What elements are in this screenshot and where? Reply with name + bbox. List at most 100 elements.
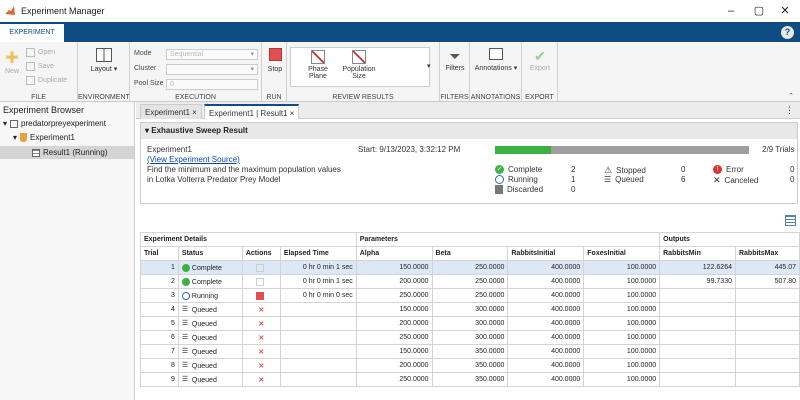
table-row[interactable]: 5 ☰ Queued ✕ 200.0000 300.0000 400.0000 100.000…	[140, 316, 800, 331]
collapse-ribbon-icon[interactable]: ⌃	[788, 92, 794, 100]
gallery-expand-icon[interactable]: ▾	[427, 62, 431, 70]
table-row[interactable]: 2 Complete 0 hr 0 min 1 sec 200.0000 250.000…	[140, 274, 800, 289]
queued-icon: ☰	[181, 361, 189, 369]
execution-group: Mode Sequential ▾ Cluster ▾ Pool Size 0 E…	[130, 42, 262, 102]
actions-cell[interactable]: ✕	[241, 302, 281, 317]
rabbits-initial-cell: 400.0000	[507, 302, 585, 317]
column-header[interactable]: Alpha	[355, 246, 433, 261]
tab-experiment-manager[interactable]: EXPERIMENT MANAGER	[0, 24, 64, 54]
sweep-summary-panel: ▾ Exhaustive Sweep Result Experiment1 (V…	[140, 122, 798, 204]
actions-cell[interactable]: ✕	[241, 316, 281, 331]
rabbits-min-cell	[659, 302, 736, 317]
table-row[interactable]: 3 Running 0 hr 0 min 0 sec 250.0000 250.0000…	[140, 288, 800, 303]
group-outputs: Outputs	[659, 232, 800, 247]
actions-cell[interactable]	[241, 288, 281, 303]
column-header[interactable]: Status	[177, 246, 243, 261]
mode-dropdown[interactable]: Sequential ▾	[166, 49, 258, 60]
foxes-initial-cell: 100.0000	[583, 260, 661, 275]
canceled-icon: ✕	[713, 175, 721, 185]
minimize-icon[interactable]: –	[724, 4, 738, 18]
environment-group: Layout ▾ ENVIRONMENT	[78, 42, 130, 102]
cancel-trial-icon[interactable]: ✕	[246, 320, 277, 328]
table-view-icon[interactable]	[785, 215, 796, 226]
pool-size-field[interactable]: 0	[166, 79, 258, 90]
table-row[interactable]: 7 ☰ Queued ✕ 150.0000 350.0000 400.0000 100.000…	[140, 344, 800, 359]
actions-cell[interactable]: ✕	[241, 330, 281, 345]
result-table-icon	[32, 148, 40, 157]
trial-cell: 1	[140, 260, 179, 275]
cluster-dropdown[interactable]: ▾	[166, 64, 258, 75]
table-row[interactable]: 4 ☰ Queued ✕ 150.0000 300.0000 400.0000 100.000…	[140, 302, 800, 317]
phase-plane-button[interactable]: Phase Plane	[303, 50, 333, 80]
actions-cell[interactable]	[241, 274, 281, 289]
annotations-group: Annotations ▾ ANNOTATIONS	[470, 42, 522, 102]
cancel-trial-icon[interactable]: ✕	[246, 348, 277, 356]
save-button[interactable]: Save	[26, 62, 54, 71]
foxes-initial-cell: 100.0000	[583, 372, 661, 387]
actions-cell[interactable]: ✕	[241, 344, 281, 359]
tree-item-result[interactable]: Result1 (Running)	[0, 146, 134, 159]
new-button[interactable]: ✚ New	[3, 48, 21, 75]
tree-item-experiment[interactable]: ▾ Experiment1	[13, 133, 75, 142]
maximize-icon[interactable]: ▢	[752, 4, 766, 18]
table-row[interactable]: 6 ☰ Queued ✕ 250.0000 300.0000 400.0000 100.000…	[140, 330, 800, 345]
layout-button[interactable]: Layout ▾	[88, 48, 120, 73]
action-icon[interactable]	[246, 263, 277, 272]
cancel-trial-icon[interactable]: ✕	[246, 362, 277, 370]
column-header[interactable]: Trial	[140, 246, 179, 261]
action-icon[interactable]	[246, 277, 277, 286]
alpha-cell: 200.0000	[355, 358, 433, 373]
status-cell: Complete	[177, 260, 243, 275]
experiment-name: Experiment1	[147, 145, 192, 154]
column-header[interactable]: RabbitsInitial	[507, 246, 585, 261]
help-icon[interactable]: ?	[781, 26, 794, 39]
rabbits-max-cell	[734, 344, 800, 359]
column-header[interactable]: Actions	[241, 246, 281, 261]
actions-cell[interactable]: ✕	[241, 372, 281, 387]
close-tab-icon[interactable]: ×	[290, 109, 295, 118]
cancel-trial-icon[interactable]: ✕	[246, 334, 277, 342]
close-tab-icon[interactable]: ×	[192, 108, 197, 117]
alpha-cell: 150.0000	[355, 344, 433, 359]
view-source-link[interactable]: (View Experiment Source)	[147, 155, 240, 164]
table-row[interactable]: 1 Complete 0 hr 0 min 1 sec 150.0000 250.000…	[140, 260, 800, 275]
new-icon: ✚	[5, 50, 19, 67]
elapsed-cell	[279, 302, 357, 317]
tab-menu-icon[interactable]: ⋮	[785, 105, 794, 116]
column-header[interactable]: RabbitsMin	[659, 246, 736, 261]
queued-count: 6	[681, 175, 686, 184]
actions-cell[interactable]: ✕	[241, 358, 281, 373]
tab-result1[interactable]: Experiment1 | Result1 ×	[204, 104, 300, 119]
annotations-button[interactable]: Annotations ▾	[474, 48, 518, 72]
duplicate-button[interactable]: Duplicate	[26, 76, 67, 85]
collapse-arrow-icon[interactable]: ▾	[3, 119, 7, 128]
rabbits-max-cell: 507.80	[734, 274, 800, 289]
column-header[interactable]: Elapsed Time	[279, 246, 357, 261]
export-button[interactable]: ✔ Export	[526, 48, 554, 72]
population-size-icon	[352, 50, 366, 64]
stop-trial-icon[interactable]	[246, 291, 277, 300]
rabbits-min-cell: 99.7330	[659, 274, 736, 289]
column-header[interactable]: FoxesInitial	[583, 246, 661, 261]
column-header[interactable]: Beta	[431, 246, 509, 261]
actions-cell[interactable]	[241, 260, 281, 275]
population-size-button[interactable]: Population Size	[339, 50, 379, 80]
close-icon[interactable]: ✕	[778, 4, 792, 18]
tree-item-project[interactable]: ▾ predatorpreyexperiment	[3, 119, 106, 128]
cancel-trial-icon[interactable]: ✕	[246, 376, 277, 384]
status-cell: ☰ Queued	[177, 372, 243, 387]
error-icon: !	[713, 165, 722, 174]
trial-cell: 2	[140, 274, 179, 289]
table-row[interactable]: 8 ☰ Queued ✕ 200.0000 350.0000 400.0000 100.000…	[140, 358, 800, 373]
open-button[interactable]: Open	[26, 48, 55, 57]
collapse-arrow-icon[interactable]: ▾	[13, 133, 17, 142]
table-row[interactable]: 9 ☰ Queued ✕ 250.0000 350.0000 400.0000 100.000…	[140, 372, 800, 387]
summary-header[interactable]: ▾ Exhaustive Sweep Result	[141, 123, 797, 139]
filters-button[interactable]: ⏷ Filters	[442, 48, 468, 72]
column-header[interactable]: RabbitsMax	[734, 246, 800, 261]
complete-icon: ✓	[495, 165, 504, 174]
cancel-trial-icon[interactable]: ✕	[246, 306, 277, 314]
stop-button[interactable]: Stop	[265, 48, 285, 73]
rabbits-min-cell	[659, 330, 736, 345]
tab-experiment1[interactable]: Experiment1 ×	[140, 104, 202, 119]
